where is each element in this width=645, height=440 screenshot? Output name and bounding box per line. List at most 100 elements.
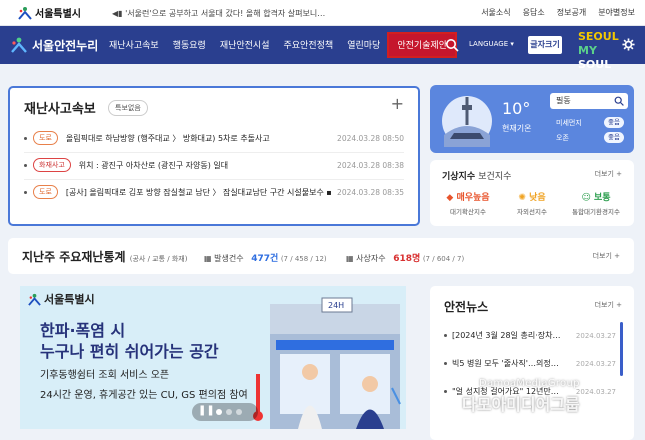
banner-subtitle: 기후동행쉼터 조회 서비스 오픈 bbox=[40, 370, 170, 381]
search-icon[interactable] bbox=[614, 96, 624, 106]
pager-dot-active[interactable] bbox=[216, 409, 222, 415]
stat-casualties: ▦ 사상자수 618명 (7 / 604 / 7) bbox=[346, 251, 464, 264]
myseoul-word-3: SOUL bbox=[578, 58, 612, 71]
pause-icon[interactable]: ❚❚ bbox=[198, 405, 215, 416]
link-seoul-news[interactable]: 서울소식 bbox=[481, 7, 510, 18]
safety-news-title: 안전뉴스 bbox=[444, 300, 489, 314]
plus-icon[interactable]: + bbox=[391, 94, 404, 113]
climate-index-title: 기상지수 보건지수 bbox=[442, 169, 511, 182]
safety-news-panel: 안전뉴스 더보기 + [2024년 3월 28일 총리·장차… 2024.03.… bbox=[430, 286, 634, 440]
nav-open-forum[interactable]: 열린마당 bbox=[340, 38, 387, 58]
temperature: 10° bbox=[502, 99, 531, 118]
stat-value: 477건 bbox=[251, 254, 279, 264]
seoul-logo-icon bbox=[18, 6, 32, 20]
link-info-open[interactable]: 정보공개 bbox=[557, 7, 586, 18]
fine-dust-badge: 좋음 bbox=[604, 117, 624, 128]
nav-safety-facilities[interactable]: 재난안전시설 bbox=[213, 38, 277, 58]
drop-icon: ◆ bbox=[446, 193, 454, 203]
brand-name: 서울안전누리 bbox=[32, 38, 99, 53]
news-item[interactable]: [2024년 3월 28일 총리·장차… 2024.03.27 bbox=[444, 330, 616, 341]
news-date: 2024.03.27 bbox=[575, 359, 616, 368]
weekly-stats-bar: 지난주 주요재난통계 (공사 / 교통 / 화재) ▦ 발생건수 477건 (7… bbox=[8, 238, 634, 274]
banner-description: 24시간 운영, 휴게공간 있는 CU, GS 편의점 참여 bbox=[40, 390, 248, 401]
climate-title-main: 기상지수 bbox=[442, 172, 476, 182]
link-response[interactable]: 응답소 bbox=[523, 7, 545, 18]
nav-action-guide[interactable]: 행동요령 bbox=[166, 38, 213, 58]
watermark-kr: 다모아미디어그룹 bbox=[462, 395, 580, 414]
news-date: 2024.03.27 bbox=[575, 331, 616, 340]
carousel-pager[interactable]: ❚❚ bbox=[192, 403, 258, 421]
banner-seoul-logo: 서울특별시 bbox=[28, 291, 95, 307]
disaster-row[interactable]: 도로 올림픽대로 하남방향 (행주대교 〉 방화대교) 5차로 추돌사고 202… bbox=[24, 128, 404, 148]
index-item[interactable]: ☺ 보통 통합대기환경지수 bbox=[566, 190, 626, 216]
district-name: 필동 bbox=[556, 96, 571, 105]
weekly-more-link[interactable]: 더보기 + bbox=[593, 251, 620, 261]
disaster-text: 올림픽대로 하남방향 (행주대교 〉 방화대교) 5차로 추돌사고 bbox=[65, 133, 270, 143]
brand-logo[interactable]: 서울안전누리 bbox=[10, 36, 98, 54]
convenience-store-illustration-icon: 24H bbox=[253, 297, 401, 429]
disaster-news-title: 재난사고속보 bbox=[24, 102, 96, 117]
main-nav: 서울안전누리 재난사고속보 행동요령 재난안전시설 주요안전정책 열린마당 안전… bbox=[0, 26, 645, 71]
disaster-row[interactable]: 도로 [공사] 올림픽대로 김포 방향 잠실철교 남단 〉 잠실대교남단 구간 … bbox=[24, 182, 404, 202]
smile-icon: ☺ bbox=[581, 193, 591, 203]
index-item[interactable]: ◆ 매우높음 대기확산지수 bbox=[438, 190, 498, 216]
stat-label: 사상자수 bbox=[356, 254, 386, 263]
disaster-date: 2024.03.28 08:35 bbox=[337, 187, 404, 197]
stat-occurrences: ▦ 발생건수 477건 (7 / 458 / 12) bbox=[204, 251, 327, 264]
pager-dot[interactable] bbox=[226, 409, 232, 415]
divider bbox=[24, 152, 404, 153]
search-icon[interactable] bbox=[445, 38, 459, 52]
pager-dot[interactable] bbox=[236, 409, 242, 415]
disaster-row[interactable]: 화재사고 위치 : 광진구 아차산로 (광진구 자양동) 일대 2024.03.… bbox=[24, 155, 404, 175]
banner-headline: 한파·폭염 시 누구나 편히 쉬어가는 공간 bbox=[40, 320, 219, 362]
font-size-button[interactable]: 글자크기 bbox=[528, 36, 562, 54]
news-scrollbar[interactable] bbox=[620, 322, 623, 376]
bullet-icon bbox=[444, 362, 447, 365]
index-label: 자외선지수 bbox=[517, 208, 547, 216]
watermark: DamoaMediaGroup 다모아미디어그룹 bbox=[462, 378, 580, 415]
language-select[interactable]: LANGUAGE ▾ bbox=[469, 40, 514, 48]
disaster-date: 2024.03.28 08:38 bbox=[337, 160, 404, 170]
gear-icon[interactable] bbox=[622, 38, 635, 51]
index-value: 매우높음 bbox=[456, 193, 490, 203]
news-item[interactable]: 빅5 병원 모두 '줄사직'…의정… 2024.03.27 bbox=[444, 358, 616, 369]
stat-label: 발생건수 bbox=[214, 254, 244, 263]
chevron-down-icon: ▾ bbox=[510, 40, 514, 48]
link-field-info[interactable]: 분야별정보 bbox=[598, 7, 635, 18]
district-search[interactable]: 필동 bbox=[550, 93, 628, 109]
promo-banner[interactable]: 서울특별시 한파·폭염 시 누구나 편히 쉬어가는 공간 기후동행쉼터 조회 서… bbox=[20, 286, 406, 429]
bullet-icon bbox=[24, 190, 27, 194]
weekly-stats-title: 지난주 주요재난통계 (공사 / 교통 / 화재) bbox=[22, 248, 187, 265]
sun-icon: ✺ bbox=[518, 193, 526, 203]
fine-dust-label: 미세먼지 bbox=[556, 119, 582, 127]
bullet-icon bbox=[444, 334, 447, 337]
index-item[interactable]: ✺ 낮음 자외선지수 bbox=[502, 190, 562, 216]
banner-headline-line2: 누구나 편히 쉬어가는 공간 bbox=[40, 342, 219, 361]
climate-index-panel: 기상지수 보건지수 더보기 + ◆ 매우높음 대기확산지수 ✺ 낮음 자외선지수… bbox=[430, 160, 634, 226]
nav-disaster-news[interactable]: 재난사고속보 bbox=[102, 38, 166, 58]
category-tag: 도로 bbox=[33, 185, 58, 199]
index-value: 낮음 bbox=[529, 193, 546, 203]
special-alert-badge: 특보없음 bbox=[108, 100, 148, 116]
watermark-en: DamoaMediaGroup bbox=[478, 378, 580, 389]
seoul-logo-text: 서울특별시 bbox=[35, 9, 81, 20]
nav-safety-policy[interactable]: 주요안전정책 bbox=[277, 38, 341, 58]
bullet-icon bbox=[24, 163, 27, 167]
disaster-text: 위치 : 광진구 아차산로 (광진구 자양동) 일대 bbox=[78, 160, 229, 170]
news-more-link[interactable]: 더보기 + bbox=[595, 300, 622, 310]
store-sign-text: 24H bbox=[328, 301, 344, 310]
climate-title-sub: 보건지수 bbox=[478, 172, 512, 182]
temperature-label: 현재기온 bbox=[502, 124, 532, 133]
stat-detail: (7 / 604 / 7) bbox=[422, 255, 465, 263]
disaster-text: [공사] 올림픽대로 김포 방향 잠실철교 남단 〉 잠실대교남단 구간 시설물… bbox=[65, 187, 332, 197]
banner-headline-line1: 한파·폭염 시 bbox=[40, 321, 126, 340]
nav-menu: 재난사고속보 행동요령 재난안전시설 주요안전정책 열린마당 안전기술제안 bbox=[102, 32, 457, 58]
notice-text: '서울런'으로 공부하고 서울대 갔다! 올해 합격자 살펴보니… bbox=[125, 9, 326, 18]
notice-ticker[interactable]: ◀▮ '서울런'으로 공부하고 서울대 갔다! 올해 합격자 살펴보니… bbox=[112, 8, 325, 19]
namsan-tower-illustration-icon bbox=[442, 96, 492, 147]
my-seoul-soul-logo[interactable]: SEOUL MY SOUL bbox=[578, 30, 619, 71]
brand-mark-icon bbox=[11, 37, 27, 53]
weather-widget: 10° 현재기온 필동 미세먼지 좋음 오존 좋음 bbox=[430, 85, 634, 153]
climate-more-link[interactable]: 더보기 + bbox=[595, 169, 622, 179]
seoul-logo[interactable]: 서울특별시 bbox=[18, 5, 81, 20]
